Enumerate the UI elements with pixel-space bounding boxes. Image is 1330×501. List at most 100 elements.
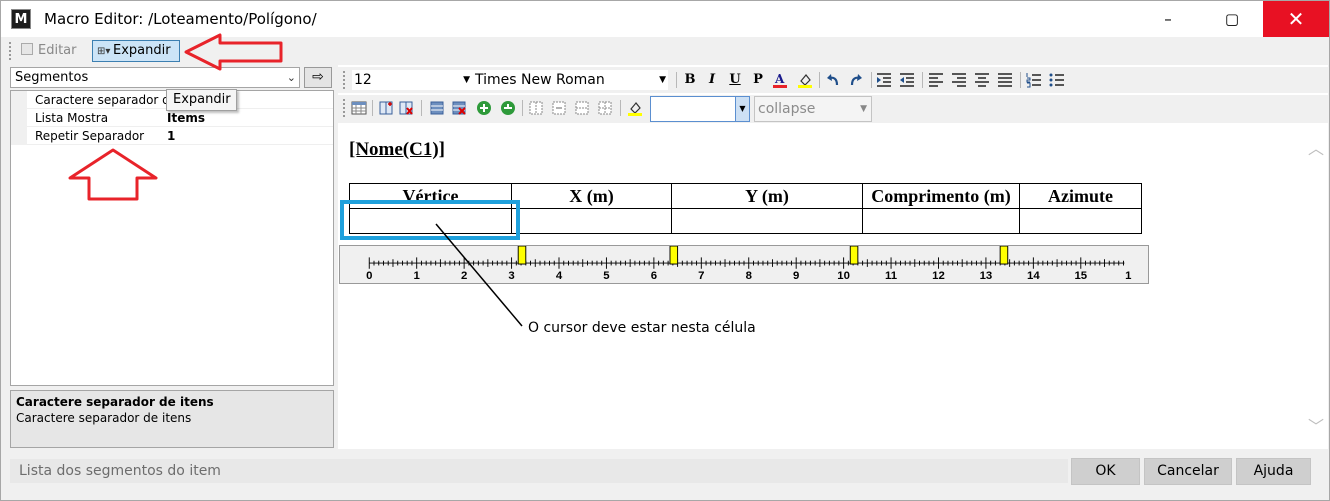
property-row[interactable]: Repetir Separador 1	[11, 127, 333, 145]
ruler-label: 15	[1074, 270, 1087, 282]
editar-button[interactable]: Editar	[17, 41, 81, 62]
format-toolbar: 12 ▼ Times New Roman ▼ B I U P A	[338, 67, 1328, 93]
row-gutter	[11, 91, 27, 109]
ruler-label: 10	[837, 270, 850, 282]
align-justify-icon[interactable]	[997, 72, 1013, 88]
scroll-up-icon[interactable]: ︿	[1308, 135, 1324, 159]
expandir-label: Expandir	[113, 43, 171, 58]
property-value[interactable]: 1	[167, 129, 175, 143]
border-color-select[interactable]: ▼	[650, 96, 750, 122]
cancel-button[interactable]: Cancelar	[1144, 458, 1232, 485]
scroll-down-icon[interactable]: ﹀	[1308, 413, 1324, 437]
column-marker[interactable]	[849, 246, 859, 265]
font-name-value: Times New Roman	[475, 72, 605, 88]
ruler-label: 11	[885, 270, 898, 282]
indent-icon[interactable]	[876, 72, 892, 88]
y-cell[interactable]	[671, 208, 863, 234]
split-cell-vertical-icon[interactable]	[574, 100, 590, 116]
ruler-label: 9	[793, 270, 799, 282]
split-cell-horizontal-icon[interactable]	[551, 100, 567, 116]
ruler-label: 0	[366, 270, 372, 282]
minimize-button[interactable]: –	[1145, 1, 1191, 37]
window-title: Macro Editor: /Loteamento/Polígono/	[44, 10, 317, 28]
property-value[interactable]: Items	[167, 111, 205, 125]
column-ruler[interactable]: 0 1 2 3 4 5 6 7 8 9 10 11 12 13 14 15 1	[339, 245, 1149, 284]
column-marker[interactable]	[669, 246, 679, 265]
delete-row-icon[interactable]	[451, 100, 467, 116]
document-heading[interactable]: [Nome(C1)]	[349, 139, 445, 161]
ruler-label: 1	[1125, 270, 1132, 282]
bullet-list-icon[interactable]	[1049, 72, 1065, 88]
ruler-label: 12	[932, 270, 945, 282]
header-x[interactable]: X (m)	[511, 183, 672, 209]
underline-button[interactable]: U	[726, 71, 744, 89]
row-gutter	[11, 109, 27, 127]
segment-select-value: Segmentos	[15, 70, 89, 85]
italic-button[interactable]: I	[703, 71, 721, 89]
table-row	[349, 208, 1142, 234]
font-name-select[interactable]: Times New Roman ▼	[472, 70, 668, 90]
paragraph-button[interactable]: P	[749, 71, 767, 89]
toolbar-grip[interactable]	[343, 71, 346, 89]
x-cell[interactable]	[511, 208, 672, 234]
separator	[676, 72, 677, 88]
align-right-icon[interactable]	[951, 72, 967, 88]
redo-icon[interactable]	[848, 72, 864, 88]
expandir-button[interactable]: ⊞▾ Expandir	[92, 40, 180, 62]
merge-cells-icon[interactable]	[528, 100, 544, 116]
vertice-cell[interactable]	[349, 208, 512, 234]
remove-cell-icon[interactable]	[500, 100, 516, 116]
header-y[interactable]: Y (m)	[671, 183, 863, 209]
numbered-list-icon[interactable]	[1026, 72, 1042, 88]
toolbar-grip[interactable]	[9, 42, 12, 60]
font-size-select[interactable]: 12 ▼	[352, 70, 472, 90]
insert-row-icon[interactable]	[429, 100, 445, 116]
segment-go-button[interactable]: ⇨	[304, 67, 332, 88]
cell-background-icon[interactable]	[627, 100, 643, 116]
font-color-icon[interactable]: A	[772, 72, 788, 88]
header-comprimento[interactable]: Comprimento (m)	[862, 183, 1020, 209]
vertex-table: Vértice X (m) Y (m) Comprimento (m) Azim…	[349, 183, 1142, 234]
close-button[interactable]: ✕	[1263, 1, 1329, 37]
separator	[922, 72, 923, 88]
toolbar-grip[interactable]	[343, 99, 346, 117]
ruler-label: 2	[461, 270, 467, 282]
dropdown-arrow-icon: ▼	[463, 75, 470, 85]
maximize-button[interactable]: ▢	[1209, 1, 1255, 37]
help-button[interactable]: Ajuda	[1236, 458, 1311, 485]
border-collapse-select[interactable]: collapse ▼	[754, 96, 872, 122]
row-gutter	[11, 127, 27, 145]
column-marker[interactable]	[999, 246, 1009, 265]
svg-text:A: A	[774, 72, 785, 86]
azimute-cell[interactable]	[1019, 208, 1142, 234]
undo-icon[interactable]	[825, 72, 841, 88]
comprimento-cell[interactable]	[862, 208, 1020, 234]
header-azimute[interactable]: Azimute	[1019, 183, 1142, 209]
app-icon: M	[11, 9, 31, 29]
annotation-text: O cursor deve estar nesta célula	[528, 320, 756, 336]
main-toolbar: Editar ⊞▾ Expandir	[1, 38, 1329, 65]
expand-tree-icon: ⊞▾	[97, 46, 111, 57]
highlight-color-icon[interactable]	[797, 72, 813, 88]
insert-column-icon[interactable]	[378, 100, 394, 116]
html-editor: 12 ▼ Times New Roman ▼ B I U P A ▼ colla…	[338, 65, 1328, 449]
align-center-icon[interactable]	[974, 72, 990, 88]
outdent-icon[interactable]	[899, 72, 915, 88]
document-area[interactable]: [Nome(C1)] Vértice X (m) Y (m) Comprimen…	[338, 123, 1328, 449]
segment-select[interactable]: Segmentos ⌄	[10, 67, 300, 88]
bold-button[interactable]: B	[681, 71, 699, 89]
delete-column-icon[interactable]	[398, 100, 414, 116]
property-row[interactable]: Lista Mostra Items	[11, 109, 333, 127]
align-left-icon[interactable]	[928, 72, 944, 88]
ok-button[interactable]: OK	[1071, 458, 1140, 485]
add-cell-icon[interactable]	[476, 100, 492, 116]
header-vertice[interactable]: Vértice	[349, 183, 512, 209]
chevron-down-icon: ▼	[735, 97, 749, 121]
cell-properties-icon[interactable]	[597, 100, 613, 116]
description-text: Caractere separador de itens	[16, 411, 192, 425]
status-bar: Lista dos segmentos do item	[10, 459, 1068, 483]
ruler-label: 4	[556, 270, 563, 282]
chevron-down-icon: ⌄	[286, 71, 296, 84]
insert-table-icon[interactable]	[351, 100, 367, 116]
column-marker[interactable]	[517, 246, 527, 265]
